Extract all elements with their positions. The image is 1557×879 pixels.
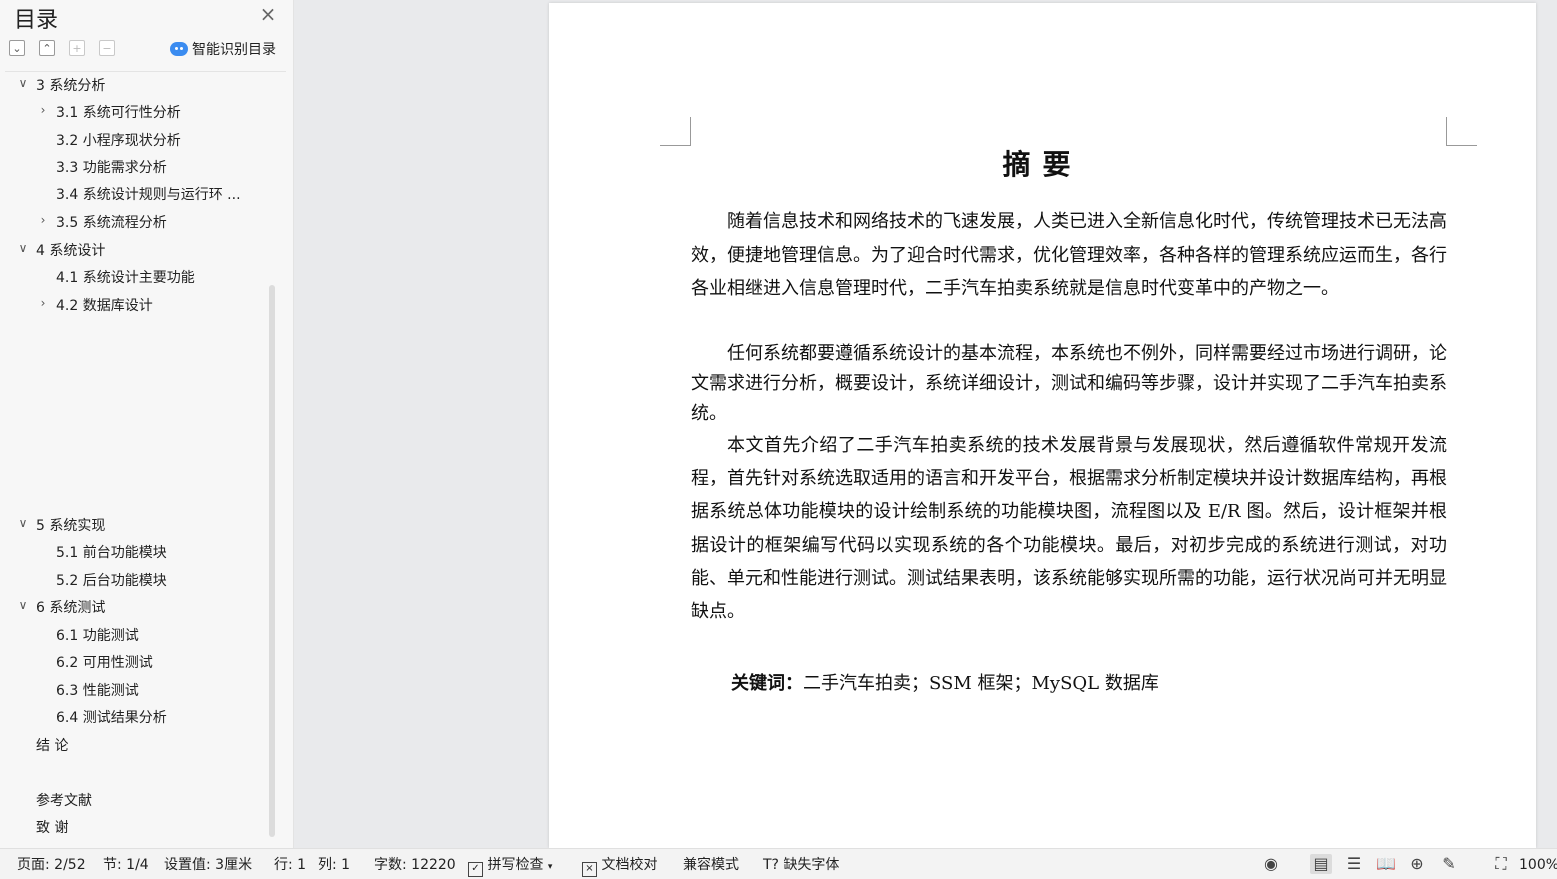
keywords-text: 二手汽车拍卖；SSM 框架；MySQL 数据库 xyxy=(803,673,1159,694)
toc-item[interactable]: 6.2 可用性测试 xyxy=(56,653,153,673)
toc-item[interactable]: 4.1 系统设计主要功能 xyxy=(56,268,195,288)
proofread-label: 文档校对 xyxy=(601,857,658,873)
missing-font-button[interactable]: T? 缺失字体 xyxy=(763,856,839,874)
spell-check-label: 拼写检查 xyxy=(487,857,544,873)
toc-item[interactable]: 4 系统设计 xyxy=(36,241,105,261)
spell-check-button[interactable]: ✓ 拼写检查 ▾ xyxy=(468,856,552,877)
abstract-paragraph: 本文首先介绍了二手汽车拍卖系统的技术发展背景与发展现状，然后遵循软件常规开发流程… xyxy=(691,435,1447,623)
abstract-paragraph: 随着信息技术和网络技术的飞速发展，人类已进入全新信息化时代，传统管理技术已无法高… xyxy=(691,211,1447,299)
section-indicator: 节: 1/4 xyxy=(103,857,149,873)
remove-level-icon[interactable]: − xyxy=(99,40,115,56)
eye-protection-icon[interactable]: ◉ xyxy=(1260,854,1282,874)
toc-item[interactable]: 5.2 后台功能模块 xyxy=(56,571,167,591)
reading-view-icon[interactable]: 📖 xyxy=(1375,854,1397,874)
toc-item[interactable]: 6.3 性能测试 xyxy=(56,681,139,701)
toc-item[interactable]: 6.4 测试结果分析 xyxy=(56,708,167,728)
compat-mode-label: 兼容模式 xyxy=(683,857,739,873)
page-corner-mark xyxy=(660,117,691,146)
expand-all-icon[interactable]: ⌄ xyxy=(9,40,25,56)
toc-item[interactable]: 3.1 系统可行性分析 xyxy=(56,103,181,123)
toc-item[interactable]: 结 论 xyxy=(36,736,68,756)
keywords-label: 关键词： xyxy=(731,673,803,694)
document-area: 摘要 随着信息技术和网络技术的飞速发展，人类已进入全新信息化时代，传统管理技术已… xyxy=(294,0,1557,848)
document-page[interactable]: 摘要 随着信息技术和网络技术的飞速发展，人类已进入全新信息化时代，传统管理技术已… xyxy=(549,3,1536,848)
toc-item[interactable]: 4.2 数据库设计 xyxy=(56,296,153,316)
page-corner-mark xyxy=(1446,117,1477,146)
proofread-icon: × xyxy=(582,862,597,877)
toc-item[interactable]: 3.2 小程序现状分析 xyxy=(56,131,181,151)
toc-item[interactable]: 3.3 功能需求分析 xyxy=(56,158,167,178)
pen-icon[interactable]: ✎ xyxy=(1438,854,1460,874)
keywords-line: 关键词：二手汽车拍卖；SSM 框架；MySQL 数据库 xyxy=(731,669,1159,695)
checkbox-icon: ✓ xyxy=(468,862,483,877)
document-heading: 摘要 xyxy=(1002,148,1083,181)
chevron-down-icon[interactable]: ∨ xyxy=(17,516,29,536)
toc-title: 目录 xyxy=(14,8,59,33)
page-indicator[interactable]: 页面: 2/52 xyxy=(17,856,86,874)
col-indicator: 列: 1 xyxy=(318,857,351,873)
fit-page-icon[interactable]: ⛶ xyxy=(1490,854,1512,874)
chevron-down-icon[interactable]: ∨ xyxy=(17,76,29,96)
outline-view-icon[interactable]: ☰ xyxy=(1343,854,1365,874)
chevron-right-icon[interactable]: › xyxy=(37,103,49,123)
toc-item[interactable]: 3 系统分析 xyxy=(36,76,105,96)
font-question-icon: T? xyxy=(763,857,779,873)
toc-item[interactable]: 致 谢 xyxy=(36,818,68,838)
collapse-all-icon[interactable]: ⌃ xyxy=(39,40,55,56)
status-bar: 页面: 2/52 节: 1/4 设置值: 3厘米 行: 1 列: 1 字数: 1… xyxy=(0,848,1557,879)
caret-down-icon: ▾ xyxy=(547,862,553,872)
toc-item[interactable]: 3.5 系统流程分析 xyxy=(56,213,167,233)
close-icon[interactable]: × xyxy=(258,4,278,24)
page-view-icon[interactable]: ▤ xyxy=(1310,854,1332,874)
missing-font-label: 缺失字体 xyxy=(783,857,840,873)
abstract-paragraph: 任何系统都要遵循系统设计的基本流程，本系统也不例外，同样需要经过市场进行调研，论… xyxy=(691,343,1447,424)
chevron-down-icon[interactable]: ∨ xyxy=(17,598,29,618)
toc-item[interactable]: 3.4 系统设计规则与运行环 ... xyxy=(56,185,241,205)
toc-item[interactable]: 参考文献 xyxy=(36,791,92,811)
chevron-right-icon[interactable]: › xyxy=(37,296,49,316)
toc-item[interactable]: 5.1 前台功能模块 xyxy=(56,543,167,563)
ai-cloud-icon xyxy=(170,42,188,56)
web-view-icon[interactable]: ⊕ xyxy=(1406,854,1428,874)
smart-toc-button[interactable]: 智能识别目录 xyxy=(170,39,276,59)
add-level-icon[interactable]: + xyxy=(69,40,85,56)
setting-indicator[interactable]: 设置值: 3厘米 xyxy=(164,856,252,874)
toc-scrollbar[interactable] xyxy=(269,285,275,837)
toc-item[interactable]: 5 系统实现 xyxy=(36,516,105,536)
zoom-level[interactable]: 100% xyxy=(1519,856,1557,874)
word-count[interactable]: 字数: 12220 xyxy=(374,856,456,874)
toc-item[interactable]: 6 系统测试 xyxy=(36,598,105,618)
smart-toc-label: 智能识别目录 xyxy=(192,42,276,58)
chevron-down-icon[interactable]: ∨ xyxy=(17,241,29,261)
proofread-button[interactable]: × 文档校对 xyxy=(582,856,657,877)
toc-sidebar: 目录 × ⌄ ⌃ + − 智能识别目录 ∨ 3 系统分析 › 3.1 系统可行性… xyxy=(0,0,294,848)
toc-item[interactable]: 6.1 功能测试 xyxy=(56,626,139,646)
chevron-right-icon[interactable]: › xyxy=(37,213,49,233)
row-indicator: 行: 1 xyxy=(274,857,307,873)
